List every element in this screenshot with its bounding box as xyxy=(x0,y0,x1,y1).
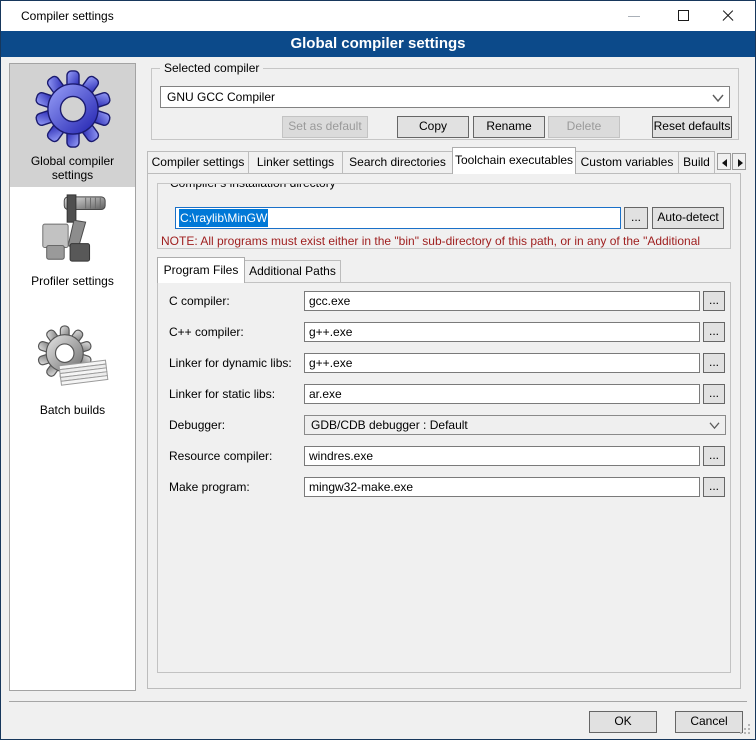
settings-tabstrip: Compiler settings Linker settings Search… xyxy=(147,147,747,174)
page-title: Global compiler settings xyxy=(1,31,755,57)
cpp-compiler-label: C++ compiler: xyxy=(169,322,244,342)
triangle-right-icon xyxy=(738,159,743,167)
linker-static-input[interactable] xyxy=(304,384,700,404)
linker-static-browse-button[interactable]: ... xyxy=(703,384,725,404)
installation-directory-input[interactable]: C:\raylib\MinGW xyxy=(175,207,621,229)
resource-compiler-input[interactable] xyxy=(304,446,700,466)
tab-custom-variables[interactable]: Custom variables xyxy=(575,151,679,173)
compiler-select[interactable]: GNU GCC Compiler xyxy=(160,86,730,108)
linker-dynamic-browse-button[interactable]: ... xyxy=(703,353,725,373)
sidebar-item-profiler-settings[interactable]: Profiler settings xyxy=(10,191,135,299)
resize-grip-icon[interactable] xyxy=(748,732,750,734)
chevron-down-icon xyxy=(709,421,720,430)
tab-scroll-right-button[interactable] xyxy=(732,153,746,170)
c-compiler-browse-button[interactable]: ... xyxy=(703,291,725,311)
sidebar-item-label: Global compiler settings xyxy=(10,154,135,182)
browse-directory-button[interactable]: ... xyxy=(624,207,648,229)
sidebar-item-label: Profiler settings xyxy=(10,274,135,288)
compiler-settings-window: Compiler settings Global compiler settin… xyxy=(0,0,756,740)
linker-dynamic-label: Linker for dynamic libs: xyxy=(169,353,292,373)
tab-compiler-settings[interactable]: Compiler settings xyxy=(147,151,249,173)
resource-compiler-browse-button[interactable]: ... xyxy=(703,446,725,466)
make-program-input[interactable] xyxy=(304,477,700,497)
reset-defaults-button[interactable]: Reset defaults xyxy=(652,116,732,138)
caliper-icon xyxy=(35,191,111,267)
auto-detect-button[interactable]: Auto-detect xyxy=(652,207,724,229)
subtab-additional-paths[interactable]: Additional Paths xyxy=(244,260,341,283)
tab-linker-settings[interactable]: Linker settings xyxy=(248,151,343,173)
maximize-button[interactable] xyxy=(667,1,701,31)
rename-button[interactable]: Rename xyxy=(473,116,545,138)
bin-subdirectory-note: NOTE: All programs must exist either in … xyxy=(161,234,731,248)
c-compiler-label: C compiler: xyxy=(169,291,230,311)
linker-dynamic-input[interactable] xyxy=(304,353,700,373)
tab-search-directories[interactable]: Search directories xyxy=(342,151,453,173)
window-title: Compiler settings xyxy=(21,9,114,23)
toolchain-executables-panel: Compiler's installation directory C:\ray… xyxy=(147,173,741,689)
gear-stack-icon xyxy=(35,324,111,396)
debugger-select[interactable]: GDB/CDB debugger : Default xyxy=(304,415,726,435)
make-program-label: Make program: xyxy=(169,477,250,497)
compiler-select-value: GNU GCC Compiler xyxy=(167,90,275,104)
make-program-browse-button[interactable]: ... xyxy=(703,477,725,497)
copy-button[interactable]: Copy xyxy=(397,116,469,138)
settings-category-list: Global compiler settings P xyxy=(9,63,136,691)
ok-button[interactable]: OK xyxy=(589,711,657,733)
subtab-program-files[interactable]: Program Files xyxy=(157,257,245,283)
sidebar-item-global-compiler-settings[interactable]: Global compiler settings xyxy=(10,64,135,187)
cpp-compiler-input[interactable] xyxy=(304,322,700,342)
tab-scroll-left-button[interactable] xyxy=(717,153,731,170)
triangle-left-icon xyxy=(722,159,727,167)
minimize-button[interactable] xyxy=(617,1,651,31)
maximize-icon xyxy=(678,10,689,21)
delete-button[interactable]: Delete xyxy=(548,116,620,138)
program-files-panel: C compiler: ... C++ compiler: ... Linker… xyxy=(157,282,731,673)
selected-compiler-group: Selected compiler GNU GCC Compiler Set a… xyxy=(151,68,739,140)
titlebar: Compiler settings xyxy=(1,1,755,31)
close-icon xyxy=(721,9,735,23)
cancel-button[interactable]: Cancel xyxy=(675,711,743,733)
installation-directory-selected-text: C:\raylib\MinGW xyxy=(179,209,268,227)
installation-directory-group-label: Compiler's installation directory xyxy=(166,183,340,191)
blue-gear-icon xyxy=(34,69,112,149)
tab-toolchain-executables[interactable]: Toolchain executables xyxy=(452,147,576,174)
cpp-compiler-browse-button[interactable]: ... xyxy=(703,322,725,342)
chevron-down-icon xyxy=(712,93,724,103)
minimize-icon xyxy=(628,16,640,17)
selected-compiler-group-label: Selected compiler xyxy=(160,61,263,76)
installation-directory-group: Compiler's installation directory C:\ray… xyxy=(157,183,731,249)
sidebar-item-batch-builds[interactable]: Batch builds xyxy=(10,316,135,428)
tab-build-options-clipped[interactable]: Build xyxy=(678,151,715,173)
sidebar-item-label: Batch builds xyxy=(10,403,135,417)
debugger-select-value: GDB/CDB debugger : Default xyxy=(311,418,468,432)
debugger-label: Debugger: xyxy=(169,415,225,435)
resource-compiler-label: Resource compiler: xyxy=(169,446,272,466)
linker-static-label: Linker for static libs: xyxy=(169,384,275,404)
c-compiler-input[interactable] xyxy=(304,291,700,311)
set-as-default-button[interactable]: Set as default xyxy=(282,116,368,138)
close-button[interactable] xyxy=(711,1,745,31)
footer-divider xyxy=(9,701,747,702)
